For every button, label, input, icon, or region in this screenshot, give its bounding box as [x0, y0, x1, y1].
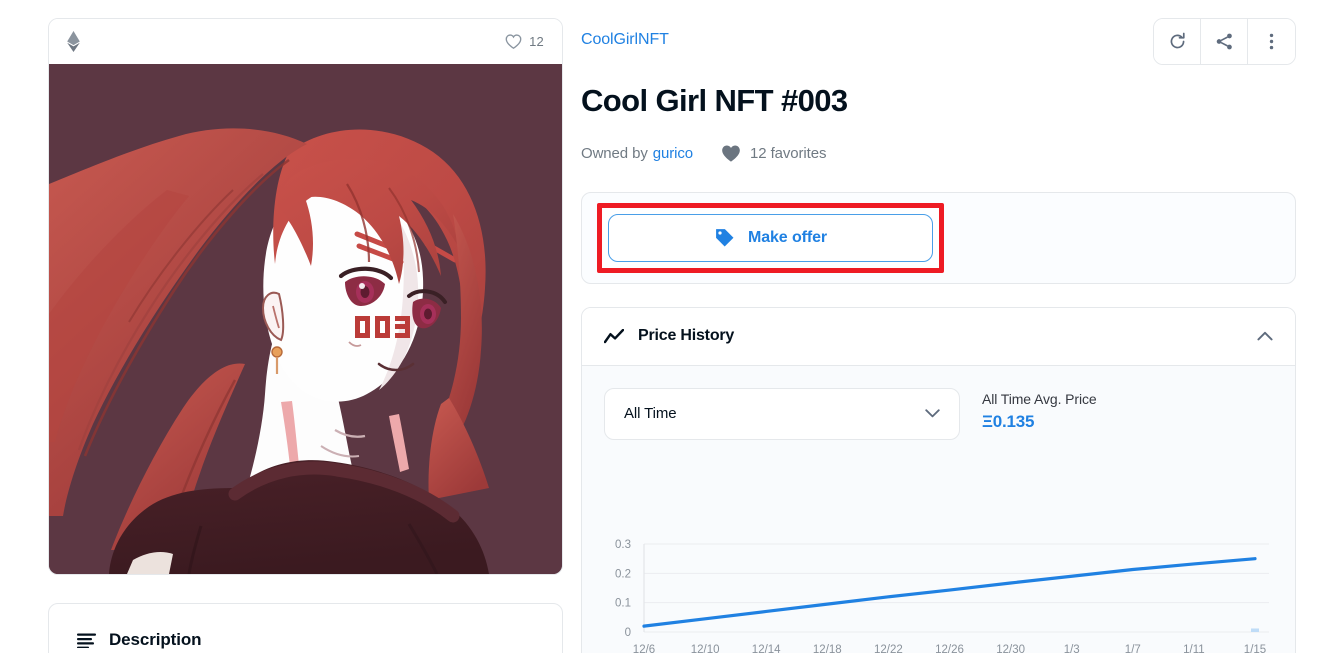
x-axis-tick-label: 1/7 [1125, 644, 1141, 653]
offer-panel: Make offer [581, 191, 1296, 284]
price-history-controls: All Time All Time Avg. Price Ξ0.135 [604, 387, 1273, 440]
chevron-up-icon[interactable] [1257, 331, 1273, 341]
price-history-card: Price History All Time All Time Avg. Pri… [581, 306, 1296, 653]
favorites-summary: 12 favorites [721, 144, 826, 163]
tag-icon [714, 227, 735, 248]
price-history-title: Price History [638, 327, 735, 345]
x-axis-tick-label: 12/10 [691, 644, 720, 653]
x-axis-tick-label: 12/6 [633, 644, 655, 653]
average-price-block: All Time Avg. Price Ξ0.135 [982, 388, 1097, 432]
asset-left-column: 12 Description [48, 18, 563, 653]
favorite-count: 12 [529, 34, 544, 49]
x-axis-tick-label: 12/30 [996, 644, 1025, 653]
heart-filled-icon [721, 144, 741, 163]
trending-line-icon [604, 328, 624, 344]
y-axis-tick-label: 0.1 [615, 597, 631, 609]
price-line [642, 556, 1257, 628]
favorite-toggle[interactable]: 12 [505, 33, 544, 50]
owned-by-label: Owned by [581, 144, 648, 162]
chevron-down-icon [925, 409, 940, 418]
x-axis-tick-label: 12/26 [935, 644, 964, 653]
time-range-value: All Time [624, 405, 677, 423]
price-history-header[interactable]: Price History [582, 307, 1295, 366]
x-axis-tick-label: 1/3 [1064, 644, 1080, 653]
page-title: Cool Girl NFT #003 [581, 83, 848, 118]
share-icon [1215, 32, 1234, 51]
more-options-button[interactable] [1248, 19, 1295, 64]
y-axis-tick-label: 0 [625, 627, 631, 639]
x-axis-tick-label: 1/15 [1244, 644, 1266, 653]
heart-outline-icon [505, 33, 522, 50]
asset-right-column: CoolGirlNFT Cool Girl NFT #003 Owned by … [581, 18, 1296, 653]
x-axis-tick-label: 1/11 [1183, 644, 1205, 653]
refresh-icon [1168, 32, 1187, 51]
make-offer-label: Make offer [747, 228, 828, 246]
description-header[interactable]: Description [77, 630, 534, 650]
owner-row: Owned by gurico 12 favorites [581, 144, 1296, 163]
nft-detail-page: 12 Description CoolGirlNFT Cool Girl NFT… [0, 0, 1343, 653]
favorites-text: 12 favorites [750, 144, 827, 162]
share-button[interactable] [1201, 19, 1248, 64]
description-title: Description [109, 630, 202, 649]
asset-media-card: 12 [48, 18, 563, 575]
collection-link[interactable]: CoolGirlNFT [581, 31, 669, 49]
x-axis-tick-label: 12/22 [874, 644, 903, 653]
description-card: Description [48, 603, 563, 653]
y-axis-tick-label: 0.2 [615, 568, 631, 580]
owner-link[interactable]: gurico [653, 145, 693, 162]
ethereum-icon [67, 31, 80, 52]
average-price-value: Ξ0.135 [982, 411, 1035, 431]
x-axis-tick-label: 12/14 [752, 644, 781, 653]
price-history-body: All Time All Time Avg. Price Ξ0.135 0.3 0… [582, 365, 1295, 653]
price-history-chart: 0.3 0.2 0.1 0 12/6 12/10 12/14 12/18 12/22 12/26 1… [582, 534, 1295, 653]
x-axis-tick-label: 12/18 [813, 644, 842, 653]
time-range-select[interactable]: All Time [604, 387, 960, 440]
average-price-label: All Time Avg. Price [982, 390, 1097, 407]
asset-top-row: CoolGirlNFT [581, 18, 1296, 70]
price-history-header-left: Price History [604, 327, 734, 345]
volume-bar [1251, 628, 1259, 632]
asset-card-header: 12 [49, 19, 562, 64]
y-axis-tick-label: 0.3 [615, 539, 631, 551]
refresh-button[interactable] [1154, 19, 1201, 64]
list-lines-icon [77, 633, 96, 648]
asset-action-toolbar [1153, 18, 1296, 65]
more-vertical-icon [1262, 32, 1281, 51]
make-offer-highlight-box: Make offer [597, 202, 944, 273]
nft-artwork [49, 64, 562, 574]
make-offer-button[interactable]: Make offer [608, 213, 933, 262]
